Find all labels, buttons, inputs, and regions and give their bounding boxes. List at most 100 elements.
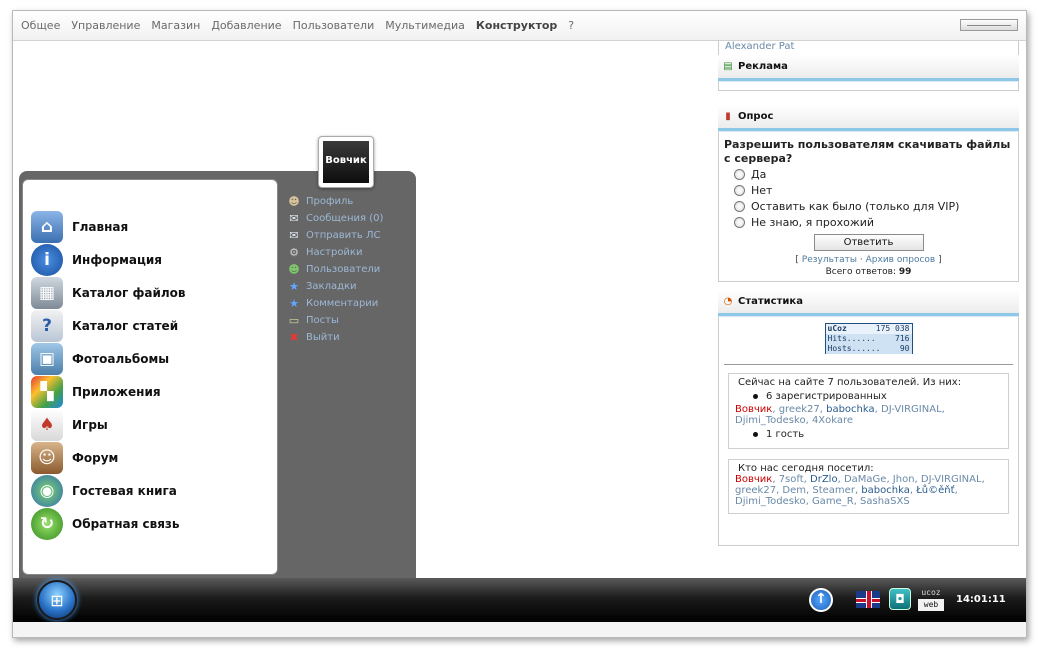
ucoz-web-icon[interactable]: ucoz web [918,587,944,613]
status-strip [13,622,1026,637]
counter-brand: uCoz [827,324,847,333]
menu-item-home[interactable]: ⌂ Главная [23,210,277,243]
guestbook-icon: ◉ [31,474,63,507]
user-link[interactable]: Вовчик [735,404,772,415]
menu-shop[interactable]: Магазин [151,19,200,32]
vote-button[interactable]: Ответить [813,234,924,251]
menu-item-forum[interactable]: ☺ Форум [23,441,277,474]
radio-button[interactable] [734,168,745,180]
ucoz-counter[interactable]: uCoz 175 038 Hits...... 716 Hosts...... 90 [824,323,913,354]
poll-archive-link[interactable]: Архив опросов [866,255,936,265]
bar-chart-icon: ▮ [725,111,731,122]
link-users[interactable]: ☻ Пользователи [287,261,412,278]
user-link[interactable]: Djimi_Todesko [735,415,806,426]
user-link[interactable]: SashaSXS [860,496,910,507]
user-link[interactable]: Jhon [893,474,915,485]
user-link[interactable]: DaMaGe [844,474,887,485]
user-link[interactable]: greek27 [779,404,820,415]
menu-item-article-catalog[interactable]: ? Каталог статей [23,309,277,342]
menu-multimedia[interactable]: Мультимедиа [385,19,465,32]
poll-block-header: ▮ Опрос [718,105,1019,131]
menu-management[interactable]: Управление [71,19,140,32]
cards-icon: ♠ [31,408,63,441]
ad-block-body [718,81,1019,91]
user-link[interactable]: babochka [861,485,910,496]
avatar[interactable]: Вовчик [318,136,374,188]
menu-item-info[interactable]: i Информация [23,243,277,276]
link-bookmarks[interactable]: ★ Закладки [287,278,412,295]
menu-item-feedback[interactable]: ↻ Обратная связь [23,507,277,540]
stats-block-header: ◔ Статистика [718,290,1019,316]
poll-option[interactable]: Оставить как было (только для VIP) [724,198,1013,214]
user-link[interactable]: Game_R [812,496,854,507]
menu-constructor[interactable]: Конструктор [476,19,557,32]
user-link[interactable]: babochka [826,404,875,415]
user-icon: ☻ [288,195,300,208]
menu-general[interactable]: Общее [21,19,60,32]
user-link[interactable]: Steamer [812,485,855,496]
star-icon: ★ [289,297,299,310]
stats-block-body: uCoz 175 038 Hits...... 716 Hosts...... 90 … [718,316,1019,546]
link-settings[interactable]: ⚙ Настройки [287,244,412,261]
money-icon: ▤ [723,61,733,72]
radio-button[interactable] [734,216,745,228]
close-icon: ✖ [289,331,299,344]
online-users-list: Вовчик, greek27, babochka, DJ-VIRGINAL, … [735,404,945,426]
user-link[interactable]: DJ-VIRGINAL [921,474,982,485]
menu-item-label: Форум [72,450,119,465]
link-label: Закладки [306,281,357,292]
menu-item-label: Каталог статей [72,318,179,333]
link-profile[interactable]: ☻ Профиль [287,193,412,210]
poll-option[interactable]: Да [724,166,1013,182]
menu-add[interactable]: Добавление [211,19,281,32]
start-menu-user-links: ☻ Профиль ✉ Сообщения (0) ✉ Отправить ЛС ⚙ Н… [287,193,412,346]
link-messages[interactable]: ✉ Сообщения (0) [287,210,412,227]
poll-option[interactable]: Не знаю, я прохожий [724,214,1013,230]
poll-option-label: Да [751,167,767,181]
link-label: Пользователи [306,264,381,275]
windows-start-icon[interactable]: ⊞ [37,580,77,620]
menu-help[interactable]: ? [568,19,574,32]
user-link[interactable]: DrZlo [810,474,838,485]
poll-total-value: 99 [898,267,912,277]
window-resize-control[interactable] [960,19,1018,31]
scroll-up-icon[interactable]: ↑ [809,588,833,612]
today-users-list: Вовчик, 7soft, DrZlo, DaMaGe, Jhon, DJ-V… [735,474,985,507]
poll-option[interactable]: Нет [724,182,1013,198]
menu-item-apps[interactable]: ▚ Приложения [23,375,277,408]
user-link[interactable]: Dem [782,485,806,496]
menu-item-label: Каталог файлов [72,285,186,300]
radio-button[interactable] [734,184,745,196]
app-icon[interactable]: ◘ [889,588,911,610]
user-link[interactable]: DJ-VIRGINAL [881,404,942,415]
user-name-strip: Alexander Pat [718,41,1019,55]
uk-flag-icon[interactable] [856,591,880,608]
link-posts[interactable]: ▭ Посты [287,312,412,329]
user-link[interactable]: greek27 [735,485,776,496]
menu-item-file-catalog[interactable]: ▦ Каталог файлов [23,276,277,309]
link-comments[interactable]: ★ Комментарии [287,295,412,312]
feedback-icon: ↻ [31,507,63,540]
poll-option-label: Нет [751,183,773,197]
user-link[interactable]: Łů©ěňť [916,485,954,496]
menu-users[interactable]: Пользователи [293,19,375,32]
user-link[interactable]: 4Xokare [812,415,853,426]
right-sidebar: Alexander Pat ▤ Реклама ▮ Опрос Разрешит… [718,41,1019,571]
link-logout[interactable]: ✖ Выйти [287,329,412,346]
counter-hits: 716 [895,334,910,343]
user-link[interactable]: Djimi_Todesko [735,496,806,507]
poll-results-link[interactable]: Результаты [802,255,857,265]
user-link[interactable]: Вовчик [735,474,772,485]
radio-button[interactable] [734,200,745,212]
divider [724,364,1013,365]
counter-total: 175 038 [875,324,910,333]
menu-item-label: Приложения [72,384,161,399]
ad-block-title: Реклама [738,61,788,72]
menu-item-label: Гостевая книга [72,483,177,498]
menu-item-games[interactable]: ♠ Игры [23,408,277,441]
clock: 14:01:11 [956,594,1006,605]
menu-item-guestbook[interactable]: ◉ Гостевая книга [23,474,277,507]
link-send-pm[interactable]: ✉ Отправить ЛС [287,227,412,244]
user-link[interactable]: 7soft [779,474,804,485]
menu-item-photo-albums[interactable]: ▣ Фотоальбомы [23,342,277,375]
